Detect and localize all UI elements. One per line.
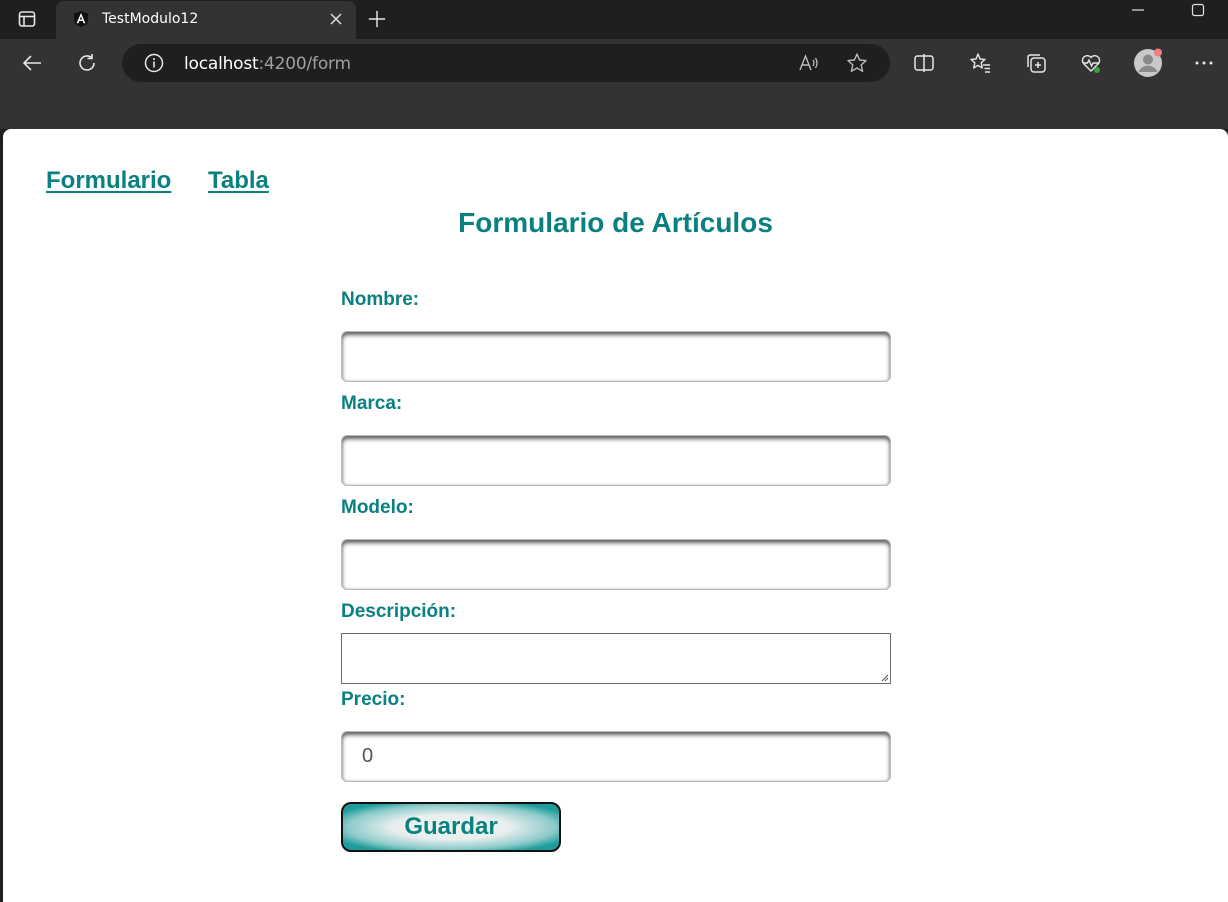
- star-icon[interactable]: [846, 52, 868, 74]
- back-arrow-icon[interactable]: [20, 51, 44, 75]
- guardar-button[interactable]: Guardar: [341, 802, 561, 852]
- descripcion-textarea[interactable]: [341, 633, 891, 684]
- nombre-label: Nombre:: [341, 289, 420, 310]
- modelo-label: Modelo:: [341, 497, 414, 518]
- angular-logo-icon: [72, 10, 90, 28]
- close-icon[interactable]: [328, 11, 344, 27]
- favorites-icon[interactable]: [968, 51, 992, 75]
- minimize-icon[interactable]: [1130, 2, 1146, 18]
- marca-input[interactable]: [341, 435, 891, 486]
- bookmark-strip: [0, 87, 1228, 129]
- read-aloud-icon[interactable]: [798, 52, 820, 74]
- marca-label: Marca:: [341, 393, 403, 414]
- precio-input[interactable]: [341, 731, 891, 782]
- address-bar[interactable]: localhost:4200/form: [122, 44, 890, 82]
- descripcion-label: Descripción:: [341, 601, 457, 622]
- nombre-input[interactable]: [341, 331, 891, 382]
- precio-label: Precio:: [341, 689, 406, 710]
- plus-icon[interactable]: [366, 8, 388, 30]
- collections-icon[interactable]: [1024, 51, 1048, 75]
- page-title: Formulario de Artículos: [458, 207, 773, 238]
- maximize-icon[interactable]: [1190, 2, 1206, 18]
- url-host: localhost: [184, 54, 259, 74]
- nav-link-tabla[interactable]: Tabla: [208, 167, 269, 195]
- info-icon[interactable]: [144, 53, 164, 73]
- heartbeat-icon[interactable]: [1079, 51, 1103, 75]
- resize-grip-icon[interactable]: [879, 672, 889, 682]
- tab-actions-icon[interactable]: [10, 8, 44, 30]
- tab-bar: TestModulo12: [0, 0, 1228, 39]
- split-screen-icon[interactable]: [912, 51, 936, 75]
- nav-link-formulario[interactable]: Formulario: [46, 167, 171, 195]
- url-text: localhost:4200/form: [184, 54, 351, 74]
- page-viewport: Formulario Tabla Formulario de Artículos…: [3, 129, 1228, 902]
- browser-tab[interactable]: TestModulo12: [56, 1, 356, 39]
- profile-avatar-icon[interactable]: [1133, 48, 1163, 78]
- more-dots-icon[interactable]: [1192, 51, 1216, 75]
- refresh-icon[interactable]: [75, 51, 99, 75]
- tab-title: TestModulo12: [102, 11, 199, 27]
- url-path: :4200/form: [258, 54, 352, 74]
- modelo-input[interactable]: [341, 539, 891, 590]
- browser-toolbar: localhost:4200/form: [0, 39, 1228, 87]
